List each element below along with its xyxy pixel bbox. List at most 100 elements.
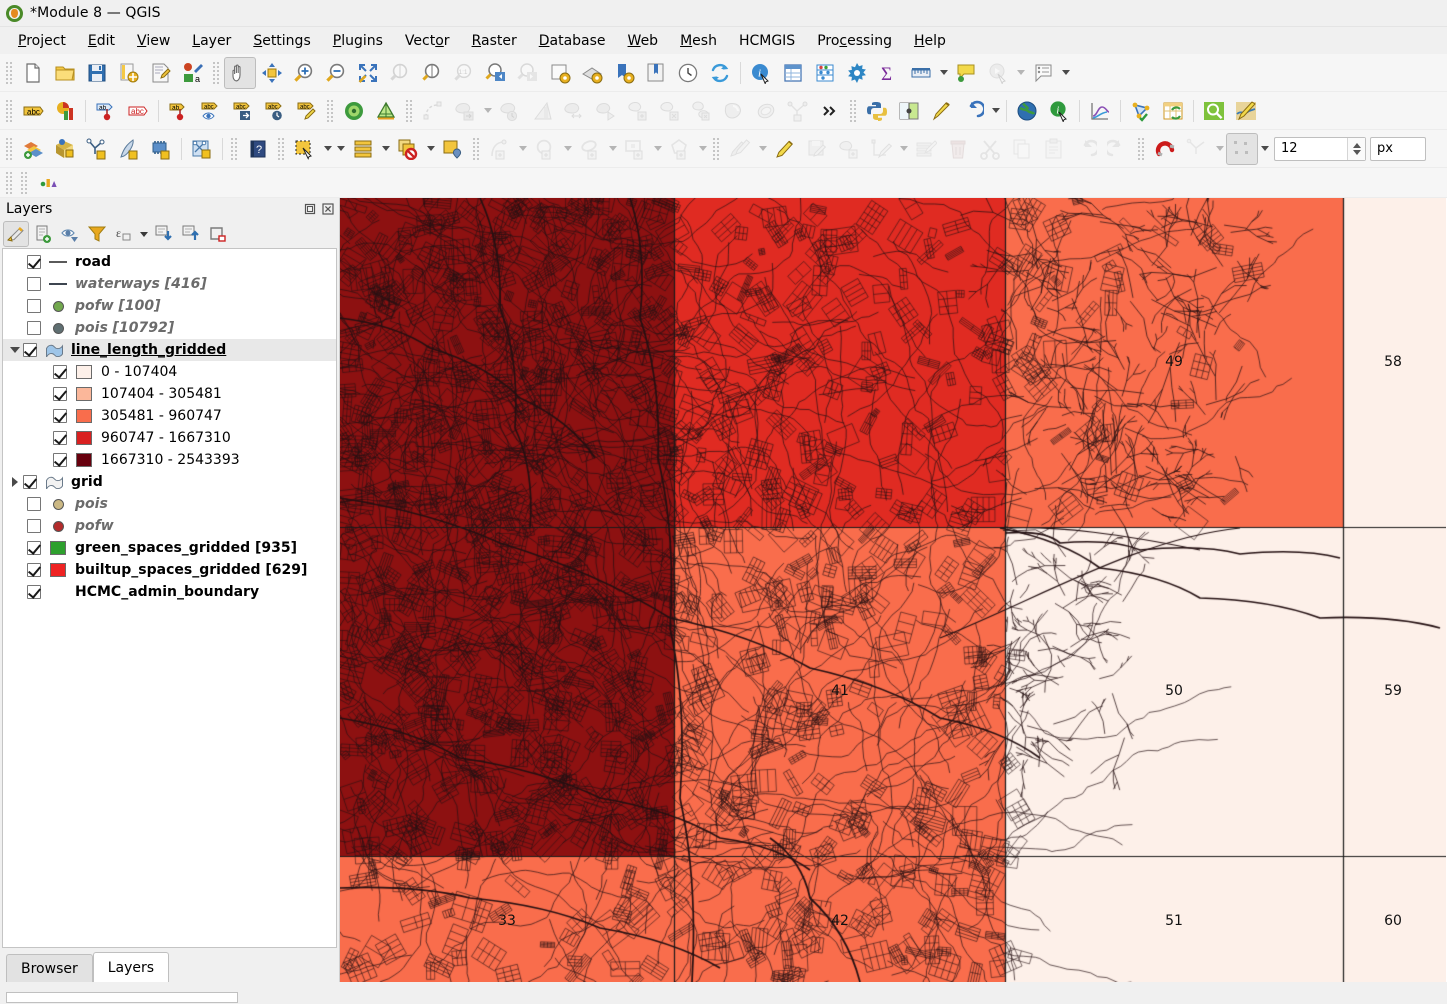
mesh-icon[interactable] xyxy=(370,95,402,127)
snapping-tolerance-input[interactable] xyxy=(1275,137,1347,160)
pan-to-selection-icon[interactable] xyxy=(256,57,288,89)
layer-checkbox-road[interactable] xyxy=(27,255,41,269)
map-decoration-icon[interactable] xyxy=(1230,95,1262,127)
layer-row-class-0[interactable]: 0 - 107404 xyxy=(3,361,336,383)
move-label2-icon[interactable]: abc xyxy=(227,95,259,127)
menu-mesh[interactable]: Mesh xyxy=(669,30,728,52)
menu-hcmgis[interactable]: HCMGIS xyxy=(728,30,806,52)
snapping-options-icon[interactable] xyxy=(1181,133,1213,165)
layer-row-class-4[interactable]: 1667310 - 2543393 xyxy=(3,449,336,471)
snapping-tolerance-stepper[interactable] xyxy=(1274,136,1366,161)
zoom-last-icon[interactable] xyxy=(480,57,512,89)
add-mesh-layer-icon[interactable] xyxy=(81,133,113,165)
layer-checkbox-green-spaces-gridded[interactable] xyxy=(27,541,41,555)
fill-ring-icon[interactable] xyxy=(622,95,654,127)
add-regular-polygon-icon[interactable] xyxy=(664,133,696,165)
save-project-as-icon[interactable] xyxy=(113,57,145,89)
menu-help[interactable]: Help xyxy=(903,30,957,52)
close-icon[interactable] xyxy=(321,202,335,216)
menu-layer[interactable]: Layer xyxy=(181,30,242,52)
undo-icon[interactable] xyxy=(957,95,989,127)
layer-checkbox-pois[interactable] xyxy=(27,497,41,511)
panel-tab-browser[interactable]: Browser xyxy=(6,954,93,982)
layer-row-road[interactable]: road xyxy=(3,251,336,273)
digitize-shape-icon[interactable] xyxy=(484,133,516,165)
open-layer-styling-panel-icon[interactable] xyxy=(3,221,29,247)
layer-row-class-1[interactable]: 107404 - 305481 xyxy=(3,383,336,405)
layer-row-grid[interactable]: grid xyxy=(3,471,336,493)
edit-dropdown-caret-icon[interactable] xyxy=(756,133,769,165)
temporal-controller-icon[interactable] xyxy=(672,57,704,89)
add-raster-layer-icon[interactable] xyxy=(49,133,81,165)
layer-row-hcmc-admin-boundary[interactable]: HCMC_admin_boundary xyxy=(3,581,336,603)
deselect-dropdown-caret-icon[interactable] xyxy=(424,133,437,165)
layer-styling-caret-icon[interactable] xyxy=(379,133,392,165)
search-icon[interactable] xyxy=(1198,95,1230,127)
layer-row-green-spaces-gridded[interactable]: green_spaces_gridded [935] xyxy=(3,537,336,559)
layer-row-pois[interactable]: pois xyxy=(3,493,336,515)
run-feature-action-icon[interactable] xyxy=(982,57,1014,89)
menu-database[interactable]: Database xyxy=(528,30,617,52)
filter-expression-caret-icon[interactable] xyxy=(138,221,150,247)
toolbar-handle[interactable] xyxy=(5,60,14,85)
show-bookmarks-icon[interactable] xyxy=(608,57,640,89)
new-map-view-icon[interactable] xyxy=(544,57,576,89)
ellipse-dropdown-caret-icon[interactable] xyxy=(606,133,619,165)
add-vector-layer-icon[interactable] xyxy=(17,133,49,165)
select-dropdown-caret-icon[interactable] xyxy=(321,133,334,165)
pan-map-icon[interactable] xyxy=(224,56,256,89)
menu-edit[interactable]: Edit xyxy=(77,30,126,52)
style-manager-icon[interactable]: a xyxy=(177,57,209,89)
toolbar-handle[interactable] xyxy=(472,136,481,161)
add-feature-icon[interactable] xyxy=(417,95,449,127)
delete-ring-icon[interactable] xyxy=(654,95,686,127)
delete-selected-icon[interactable] xyxy=(942,133,974,165)
rotate-feature-icon[interactable] xyxy=(494,95,526,127)
open-attribute-table-icon[interactable] xyxy=(777,57,809,89)
copy-features-icon[interactable] xyxy=(1006,133,1038,165)
toolbar-handle[interactable] xyxy=(405,98,414,123)
toolbar-handle[interactable] xyxy=(326,98,335,123)
layer-checkbox-waterways[interactable] xyxy=(27,277,41,291)
diagram-overlay-icon[interactable] xyxy=(32,167,64,199)
redo-edit-icon[interactable] xyxy=(1102,133,1134,165)
simplify-feature-icon[interactable] xyxy=(526,95,558,127)
layer-checkbox-class-3[interactable] xyxy=(53,431,67,445)
toolbar-handle[interactable] xyxy=(212,60,221,85)
undo-edit-icon[interactable] xyxy=(1070,133,1102,165)
save-project-icon[interactable] xyxy=(81,57,113,89)
statistical-summary-icon[interactable]: Σ xyxy=(873,57,905,89)
zoom-next-icon[interactable] xyxy=(512,57,544,89)
map-tips-icon[interactable] xyxy=(950,57,982,89)
move-dropdown-caret-icon[interactable] xyxy=(481,95,494,127)
layer-checkbox-class-0[interactable] xyxy=(53,365,67,379)
multi-edit-icon[interactable] xyxy=(910,133,942,165)
layer-row-waterways[interactable]: waterways [416] xyxy=(3,273,336,295)
deselect-icon[interactable] xyxy=(392,133,424,165)
shape-dropdown-caret-icon[interactable] xyxy=(516,133,529,165)
globe-icon[interactable] xyxy=(1011,95,1043,127)
stepper-arrows[interactable] xyxy=(1347,137,1365,160)
panel-tab-layers[interactable]: Layers xyxy=(92,952,170,982)
layer-checkbox-class-4[interactable] xyxy=(53,453,67,467)
menu-raster[interactable]: Raster xyxy=(461,30,528,52)
layer-checkbox-class-1[interactable] xyxy=(53,387,67,401)
status-coordinate-field[interactable] xyxy=(6,992,238,1003)
toolbar-handle[interactable] xyxy=(230,136,239,161)
show-map-overview-icon[interactable] xyxy=(893,95,925,127)
measure-line-icon[interactable] xyxy=(905,57,937,89)
edit-pencil-icon[interactable] xyxy=(769,133,801,165)
add-spatialite-icon[interactable] xyxy=(186,133,218,165)
cut-features-icon[interactable] xyxy=(974,133,1006,165)
new-3d-map-view-icon[interactable] xyxy=(576,57,608,89)
rotate-label-icon[interactable]: abc xyxy=(259,95,291,127)
toolbar-handle[interactable] xyxy=(20,170,29,195)
manage-map-themes-icon[interactable] xyxy=(57,221,83,247)
layer-checkbox-pofw-100[interactable] xyxy=(27,299,41,313)
toolbar-handle[interactable] xyxy=(849,98,858,123)
split-features-icon[interactable] xyxy=(782,95,814,127)
identify-icon[interactable]: i xyxy=(1043,95,1075,127)
add-delimited-text-icon[interactable] xyxy=(113,133,145,165)
label-icon[interactable]: abc xyxy=(17,95,49,127)
toolbar-handle[interactable] xyxy=(277,136,286,161)
